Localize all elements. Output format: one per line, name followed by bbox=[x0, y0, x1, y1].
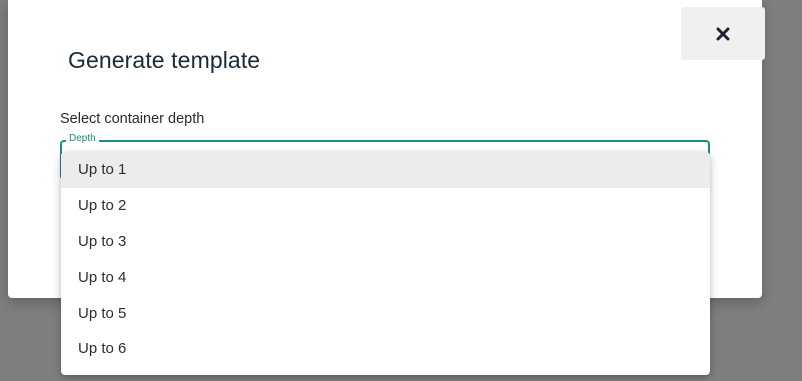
depth-dropdown-menu: Up to 1 Up to 2 Up to 3 Up to 4 Up to 5 … bbox=[61, 152, 710, 375]
dialog-title: Generate template bbox=[68, 47, 261, 73]
depth-option[interactable]: Up to 6 bbox=[61, 331, 710, 367]
depth-option[interactable]: Up to 4 bbox=[61, 259, 710, 295]
depth-select-legend: Depth bbox=[66, 133, 99, 145]
depth-option[interactable]: Up to 3 bbox=[61, 224, 710, 260]
depth-option[interactable]: Up to 2 bbox=[61, 188, 710, 224]
container-depth-label: Select container depth bbox=[60, 111, 205, 127]
depth-option[interactable]: Up to 1 bbox=[61, 152, 710, 188]
close-button[interactable] bbox=[681, 7, 765, 60]
depth-option[interactable]: Up to 5 bbox=[61, 295, 710, 331]
close-icon bbox=[716, 27, 730, 40]
